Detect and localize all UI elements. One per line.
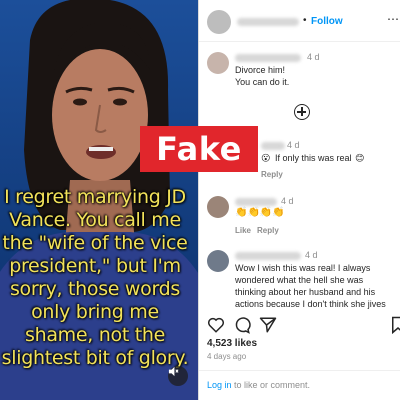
author-avatar[interactable] bbox=[207, 10, 231, 34]
comment-time: 4 d bbox=[307, 52, 320, 62]
heart-icon[interactable] bbox=[207, 316, 225, 334]
commenter-username-blurred[interactable] bbox=[235, 54, 301, 62]
follow-button[interactable]: Follow bbox=[311, 16, 343, 27]
like-button[interactable]: Like bbox=[235, 226, 251, 235]
more-options-icon[interactable]: ⋯ bbox=[387, 12, 399, 26]
login-prompt: Log in to like or comment. bbox=[199, 370, 400, 400]
comment-text-line1: Divorce him! bbox=[235, 65, 286, 75]
post-media[interactable]: I regret marrying JD Vance. You call me … bbox=[0, 0, 198, 400]
comment-time: 4 d bbox=[287, 140, 300, 150]
commenter-avatar[interactable] bbox=[207, 52, 229, 74]
comment-text-line2: You can do it. bbox=[235, 77, 290, 87]
commenter-username-blurred[interactable] bbox=[235, 198, 277, 206]
commenter-username-blurred[interactable] bbox=[261, 142, 285, 150]
commenter-avatar[interactable] bbox=[207, 250, 229, 272]
screenshot: I regret marrying JD Vance. You call me … bbox=[0, 0, 400, 400]
comment-text: If only this was real bbox=[275, 153, 352, 163]
fake-stamp-label: Fake bbox=[140, 126, 258, 172]
post-action-bar bbox=[199, 314, 400, 338]
author-username-blurred[interactable] bbox=[237, 18, 299, 26]
commenter-username-blurred[interactable] bbox=[235, 252, 301, 260]
reply-button[interactable]: Reply bbox=[261, 170, 283, 179]
speaker-muted-icon[interactable] bbox=[168, 366, 188, 386]
comment-icon[interactable] bbox=[233, 316, 251, 334]
video-caption: I regret marrying JD Vance. You call me … bbox=[1, 186, 189, 369]
bookmark-icon[interactable] bbox=[389, 316, 400, 334]
post-details-panel: • Follow ⋯ 4 d Divorce him! You can do i… bbox=[198, 0, 400, 400]
comment-time: 4 d bbox=[305, 250, 318, 260]
post-header: • Follow ⋯ bbox=[199, 0, 400, 42]
load-more-comments-icon[interactable] bbox=[294, 104, 310, 120]
comment-time: 4 d bbox=[281, 196, 294, 206]
commenter-avatar[interactable] bbox=[207, 196, 229, 218]
comment-emoji-suffix: 😊 bbox=[355, 153, 365, 163]
likes-count[interactable]: 4,523 likes bbox=[207, 338, 257, 349]
post-timestamp: 4 days ago bbox=[207, 352, 247, 361]
comment-text: Wow I wish this was real! I always wonde… bbox=[235, 263, 386, 309]
login-link[interactable]: Log in bbox=[207, 380, 232, 390]
comment-text: 👏👏👏👏 bbox=[235, 207, 285, 218]
login-prompt-text: to like or comment. bbox=[231, 380, 311, 390]
reply-button[interactable]: Reply bbox=[257, 226, 279, 235]
share-icon[interactable] bbox=[259, 316, 277, 334]
comment-emoji-prefix: 😮 bbox=[261, 153, 271, 163]
header-separator: • bbox=[303, 15, 307, 26]
